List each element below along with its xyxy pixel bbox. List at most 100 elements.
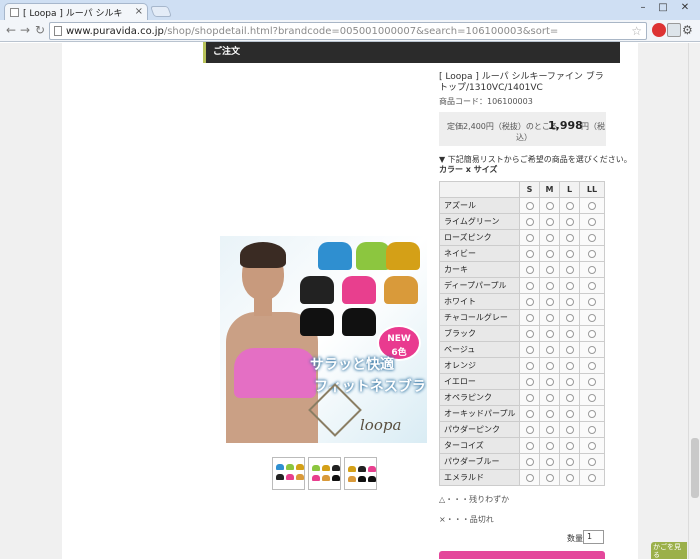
variant-radio[interactable]	[545, 457, 554, 466]
variant-radio[interactable]	[565, 425, 574, 434]
variant-radio[interactable]	[588, 313, 597, 322]
variant-radio[interactable]	[545, 425, 554, 434]
variant-radio[interactable]	[545, 249, 554, 258]
variant-cell	[539, 389, 561, 406]
browser-tab[interactable]: [ Loopa ] ルーパ シルキ ×	[4, 3, 148, 20]
variant-radio[interactable]	[588, 457, 597, 466]
product-image[interactable]: NEW 6色 サラッと快適 フィットネスブラ loopa	[220, 236, 427, 443]
new-tab-button[interactable]	[149, 6, 173, 17]
variant-radio[interactable]	[545, 473, 554, 482]
variant-radio[interactable]	[525, 393, 534, 402]
variant-radio[interactable]	[565, 217, 574, 226]
variant-radio[interactable]	[565, 313, 574, 322]
variant-radio[interactable]	[545, 281, 554, 290]
variant-radio[interactable]	[525, 473, 534, 482]
variant-radio[interactable]	[565, 281, 574, 290]
variant-radio[interactable]	[588, 441, 597, 450]
extension-icon[interactable]	[652, 23, 666, 37]
variant-radio[interactable]	[565, 361, 574, 370]
thumbnail-1[interactable]	[272, 457, 305, 490]
variant-radio[interactable]	[565, 329, 574, 338]
variant-radio[interactable]	[588, 345, 597, 354]
variant-radio[interactable]	[525, 313, 534, 322]
scrollbar[interactable]	[688, 43, 700, 559]
variant-radio[interactable]	[545, 217, 554, 226]
variant-radio[interactable]	[545, 409, 554, 418]
forward-icon[interactable]: →	[18, 23, 32, 37]
variant-cell	[559, 373, 581, 390]
variant-radio[interactable]	[588, 377, 597, 386]
close-window-icon[interactable]: ✕	[676, 2, 694, 13]
wrench-menu-icon[interactable]: ⚙	[682, 23, 693, 37]
variant-radio[interactable]	[525, 265, 534, 274]
variant-radio[interactable]	[525, 233, 534, 242]
variant-radio[interactable]	[545, 201, 554, 210]
variant-radio[interactable]	[588, 233, 597, 242]
variant-radio[interactable]	[545, 297, 554, 306]
minimize-icon[interactable]: –	[634, 2, 652, 13]
back-icon[interactable]: ←	[4, 23, 18, 37]
variant-radio[interactable]	[525, 361, 534, 370]
thumbnail-2[interactable]	[308, 457, 341, 490]
variant-radio[interactable]	[545, 233, 554, 242]
thumbnail-3[interactable]	[344, 457, 377, 490]
variant-radio[interactable]	[545, 265, 554, 274]
close-tab-icon[interactable]: ×	[135, 6, 143, 17]
variant-radio[interactable]	[525, 249, 534, 258]
variant-radio[interactable]	[525, 201, 534, 210]
add-to-cart-button[interactable]	[439, 551, 605, 559]
view-cart-badge[interactable]: かごを見る	[651, 542, 687, 559]
variant-radio[interactable]	[565, 297, 574, 306]
variant-radio[interactable]	[525, 457, 534, 466]
variant-radio[interactable]	[525, 297, 534, 306]
variant-radio[interactable]	[545, 329, 554, 338]
variant-radio[interactable]	[565, 201, 574, 210]
variant-radio[interactable]	[525, 425, 534, 434]
variant-radio[interactable]	[525, 345, 534, 354]
variant-radio[interactable]	[588, 393, 597, 402]
variant-radio[interactable]	[588, 297, 597, 306]
variant-radio[interactable]	[525, 217, 534, 226]
variant-radio[interactable]	[545, 345, 554, 354]
variant-radio[interactable]	[565, 377, 574, 386]
bookmark-star-icon[interactable]: ☆	[631, 24, 642, 38]
variant-radio[interactable]	[588, 265, 597, 274]
quantity-input[interactable]: 1	[583, 530, 604, 544]
variant-radio[interactable]	[565, 473, 574, 482]
variant-radio[interactable]	[588, 361, 597, 370]
variant-radio[interactable]	[565, 457, 574, 466]
color-name: ネイビー	[439, 245, 520, 262]
variant-radio[interactable]	[588, 217, 597, 226]
variant-radio[interactable]	[525, 329, 534, 338]
variant-radio[interactable]	[525, 281, 534, 290]
variant-radio[interactable]	[588, 409, 597, 418]
variant-radio[interactable]	[525, 441, 534, 450]
variant-radio[interactable]	[565, 265, 574, 274]
address-bar[interactable]: www.puravida.co.jp/shop/shopdetail.html?…	[49, 22, 647, 40]
variant-radio[interactable]	[545, 313, 554, 322]
variant-radio[interactable]	[588, 201, 597, 210]
extension-icon[interactable]	[667, 23, 681, 37]
variant-radio[interactable]	[565, 441, 574, 450]
variant-radio[interactable]	[545, 361, 554, 370]
variant-radio[interactable]	[565, 393, 574, 402]
scrollbar-thumb[interactable]	[691, 438, 699, 498]
maximize-icon[interactable]: □	[654, 2, 672, 13]
variant-radio[interactable]	[525, 409, 534, 418]
variant-radio[interactable]	[525, 377, 534, 386]
variant-radio[interactable]	[565, 249, 574, 258]
variant-radio[interactable]	[565, 345, 574, 354]
variant-cell	[518, 357, 541, 374]
reload-icon[interactable]: ↻	[33, 23, 47, 37]
variant-radio[interactable]	[545, 377, 554, 386]
variant-radio[interactable]	[588, 249, 597, 258]
variant-radio[interactable]	[588, 473, 597, 482]
variant-radio[interactable]	[565, 409, 574, 418]
variant-radio[interactable]	[588, 281, 597, 290]
variant-radio[interactable]	[588, 425, 597, 434]
variant-radio[interactable]	[588, 329, 597, 338]
variant-radio[interactable]	[545, 393, 554, 402]
variant-radio[interactable]	[545, 441, 554, 450]
variant-radio[interactable]	[565, 233, 574, 242]
variant-cell	[518, 437, 541, 454]
